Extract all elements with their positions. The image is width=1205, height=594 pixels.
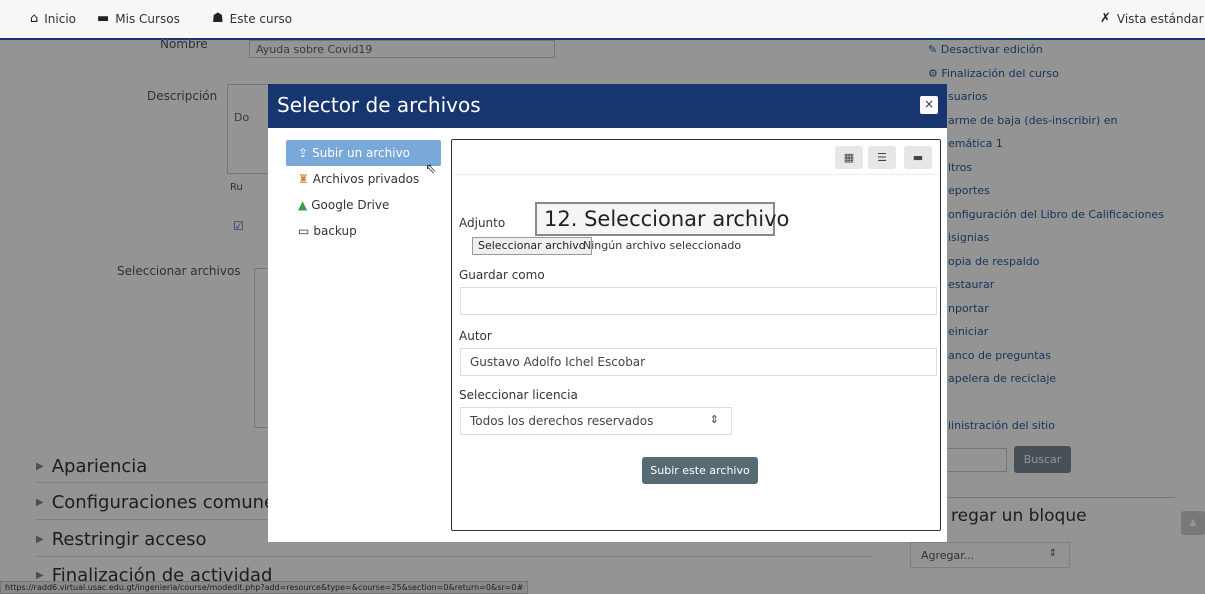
license-select[interactable]: Todos los derechos reservados ⇕	[460, 407, 732, 435]
choose-file-button[interactable]: Seleccionar archivo	[472, 237, 592, 255]
briefcase-icon: ▬	[97, 11, 110, 26]
nav-my-courses[interactable]: ▬ Mis Cursos	[97, 11, 180, 26]
author-label: Autor	[459, 329, 492, 343]
close-button[interactable]: ×	[920, 96, 938, 114]
license-value: Todos los derechos reservados	[470, 414, 654, 428]
file-picker-dialog: Selector de archivos × ⇪ Subir un archiv…	[268, 84, 947, 542]
save-as-label: Guardar como	[459, 268, 545, 282]
repo-label: Google Drive	[311, 198, 390, 212]
repo-upload[interactable]: ⇪ Subir un archivo	[286, 140, 441, 166]
view-toolbar: ▦ ☰ ▬	[452, 140, 940, 175]
repo-private-files[interactable]: ♜ Archivos privados	[286, 166, 441, 192]
top-navbar: ⌂ Inicio ▬ Mis Cursos ☗ Este curso ✗ Vis…	[0, 0, 1205, 40]
dialog-header: Selector de archivos ×	[268, 84, 947, 128]
nav-home[interactable]: ⌂ Inicio	[30, 11, 76, 26]
google-drive-icon: ▲	[298, 198, 308, 212]
author-input[interactable]: Gustavo Adolfo Ichel Escobar	[460, 348, 937, 376]
nav-view-label: Vista estándar	[1116, 11, 1204, 26]
repository-list: ⇪ Subir un archivo ♜ Archivos privados ▲…	[286, 140, 441, 244]
repo-label: Subir un archivo	[312, 146, 411, 160]
folder-view-icon[interactable]: ▬	[904, 146, 932, 169]
select-arrows-icon: ⇕	[709, 413, 719, 426]
mouse-cursor-icon: ⇖	[425, 161, 437, 177]
attachment-label: Adjunto	[459, 216, 506, 230]
upload-panel: ▦ ☰ ▬ Adjunto Seleccionar archivo Ningún…	[451, 139, 941, 531]
standard-view-icon: ✗	[1100, 11, 1111, 26]
upload-file-button[interactable]: Subir este archivo	[642, 457, 758, 484]
sitemap-icon: ☗	[212, 11, 224, 26]
upload-icon: ⇪	[298, 146, 309, 160]
repo-backup[interactable]: ▭ backup	[286, 218, 441, 244]
nav-view-mode[interactable]: ✗ Vista estándar	[1100, 11, 1204, 26]
nav-this-course[interactable]: ☗ Este curso	[212, 11, 292, 26]
no-file-text: Ningún archivo seleccionado	[583, 239, 742, 252]
backup-icon: ▭	[298, 224, 310, 238]
save-as-input[interactable]	[460, 287, 937, 315]
nav-this-course-label: Este curso	[229, 11, 293, 26]
repo-google-drive[interactable]: ▲ Google Drive	[286, 192, 441, 218]
home-icon: ⌂	[30, 11, 39, 26]
tutorial-callout: 12. Seleccionar archivo	[535, 202, 789, 236]
nav-home-label: Inicio	[44, 11, 77, 26]
license-label: Seleccionar licencia	[459, 388, 578, 402]
repo-label: backup	[313, 224, 357, 238]
nav-courses-label: Mis Cursos	[115, 11, 180, 26]
dialog-title: Selector de archivos	[277, 93, 481, 117]
repo-label: Archivos privados	[312, 172, 420, 186]
private-files-icon: ♜	[298, 172, 309, 186]
list-view-icon[interactable]: ☰	[868, 146, 896, 169]
grid-view-icon[interactable]: ▦	[835, 146, 863, 169]
